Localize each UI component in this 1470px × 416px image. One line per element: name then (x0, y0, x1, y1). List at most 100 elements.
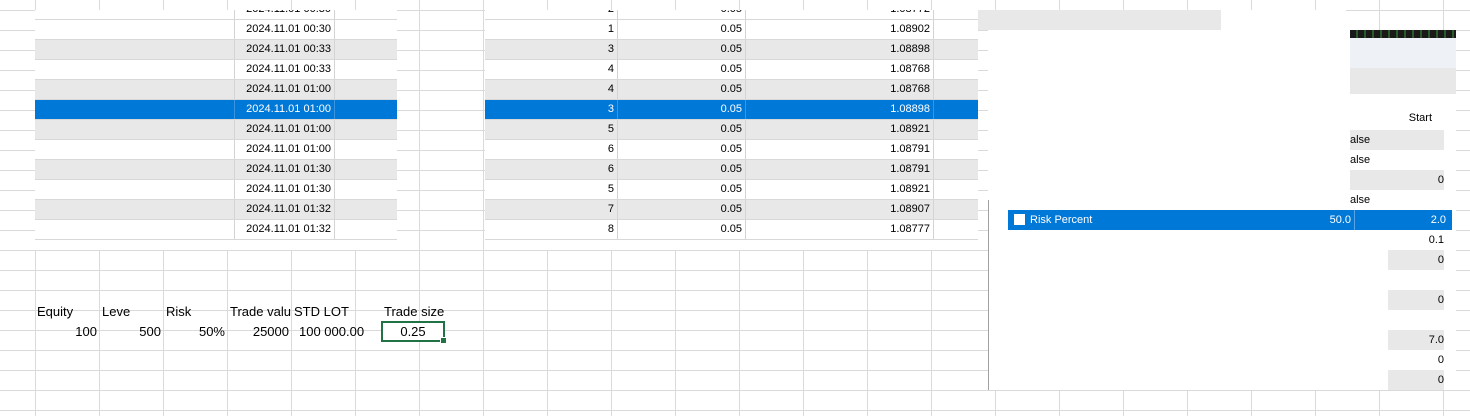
table-row-partial: 2024.11.01 00:30 (35, 10, 397, 20)
table-row[interactable]: 5 0.05 1.08921 (485, 180, 978, 200)
time-cell: 2024.11.01 01:30 (235, 160, 335, 179)
volume-cell: 0.05 (618, 80, 746, 99)
table-row-partial: 2 0.05 1.08772 (485, 10, 978, 20)
price-cell: 1.08921 (746, 120, 934, 139)
start-value-cell: 7.0 (1388, 330, 1444, 350)
price-cell: 1.08791 (746, 140, 934, 159)
std-lot-value[interactable]: 100 000.00 (299, 322, 377, 342)
table-row[interactable]: 2024.11.01 01:30 (35, 160, 397, 180)
price-cell: 1.08921 (746, 180, 934, 199)
id-cell: 5 (485, 120, 618, 139)
table-row[interactable]: 2024.11.01 00:30 (35, 20, 397, 40)
volume-cell: 0.05 (618, 180, 746, 199)
price-cell: 1.08768 (746, 80, 934, 99)
id-cell: 8 (485, 220, 618, 239)
table-row[interactable]: 1 0.05 1.08902 (485, 20, 978, 40)
value-cell: alse (1350, 194, 1371, 206)
std-lot-header[interactable]: STD LOT (294, 302, 374, 322)
leverage-header[interactable]: Leve (102, 302, 164, 322)
time-cell: 2024.11.01 01:32 (235, 200, 335, 219)
risk-percent-row[interactable]: Risk Percent 50.0 2.0 (1008, 210, 1452, 230)
time-cell: 2024.11.01 01:00 (235, 80, 335, 99)
table-row[interactable]: 2024.11.01 01:00 (35, 80, 397, 100)
price-cell: 1.08768 (746, 60, 934, 79)
table-row[interactable]: 5 0.05 1.08921 (485, 120, 978, 140)
time-cell: 2024.11.01 01:30 (235, 180, 335, 199)
risk-value[interactable]: 50% (163, 322, 225, 342)
volume-cell: 0.05 (618, 120, 746, 139)
table-row[interactable]: 2024.11.01 01:00 (35, 140, 397, 160)
left-time-table: 2024.11.01 00:30 2024.11.01 00:302024.11… (35, 10, 397, 250)
start-value-cell: 0 (1388, 290, 1444, 310)
start-value-cell: 0 (1388, 370, 1444, 390)
chart-area (1350, 38, 1456, 68)
table-row[interactable]: 2024.11.01 01:00 (35, 120, 397, 140)
table-row[interactable]: 2024.11.01 01:00 (35, 100, 397, 120)
volume-cell: 0.05 (618, 20, 746, 39)
price-cell: 1.08898 (746, 40, 934, 59)
panel-left-border (988, 200, 989, 390)
id-cell: 6 (485, 140, 618, 159)
table-row[interactable]: 4 0.05 1.08768 (485, 60, 978, 80)
value-cell: 0 (1350, 170, 1444, 190)
volume-cell: 0.05 (618, 140, 746, 159)
leverage-value[interactable]: 500 (99, 322, 161, 342)
price-cell: 1.08898 (746, 100, 934, 119)
volume-cell: 0.05 (618, 100, 746, 119)
id-cell: 6 (485, 160, 618, 179)
table-row[interactable]: 2024.11.01 01:32 (35, 200, 397, 220)
table-row[interactable]: 7 0.05 1.08907 (485, 200, 978, 220)
id-cell: 3 (485, 40, 618, 59)
time-cell: 2024.11.01 01:00 (235, 120, 335, 139)
trade-value-header[interactable]: Trade valu (230, 302, 292, 322)
chart-area-2 (1350, 68, 1456, 94)
id-cell: 4 (485, 60, 618, 79)
white-overlay-2 (1221, 10, 1346, 30)
id-cell: 4 (485, 80, 618, 99)
volume-cell: 0.05 (618, 60, 746, 79)
parameter-start: 2.0 (1430, 214, 1446, 226)
id-cell: 5 (485, 180, 618, 199)
table-row[interactable]: 2024.11.01 01:30 (35, 180, 397, 200)
table-row[interactable]: 6 0.05 1.08791 (485, 140, 978, 160)
risk-header[interactable]: Risk (166, 302, 228, 322)
table-row[interactable]: 2024.11.01 01:32 (35, 220, 397, 240)
id-cell: 1 (485, 20, 618, 39)
volume-cell: 0.05 (618, 40, 746, 59)
volume-cell: 0.05 (618, 200, 746, 219)
equity-header[interactable]: Equity (37, 302, 99, 322)
table-row[interactable]: 3 0.05 1.08898 (485, 40, 978, 60)
time-cell: 2024.11.01 00:33 (235, 60, 335, 79)
strategy-tester-panel: Start alse alse 0 alse Risk Percent 50.0… (988, 30, 1456, 390)
price-cell: 1.08907 (746, 200, 934, 219)
table-row[interactable]: 4 0.05 1.08768 (485, 80, 978, 100)
start-column-header[interactable]: Start (1350, 108, 1432, 128)
id-cell: 7 (485, 200, 618, 219)
start-value-cell (1388, 310, 1444, 330)
table-row[interactable]: 3 0.05 1.08898 (485, 100, 978, 120)
middle-order-table: 2 0.05 1.08772 10.051.0890230.051.088984… (485, 10, 978, 250)
risk-percent-checkbox[interactable] (1014, 214, 1025, 225)
white-overlay (978, 10, 1221, 30)
table-row[interactable]: 6 0.05 1.08791 (485, 160, 978, 180)
trade-size-header[interactable]: Trade size (384, 302, 446, 322)
time-cell: 2024.11.01 00:30 (235, 20, 335, 39)
table-row[interactable]: 8 0.05 1.08777 (485, 220, 978, 240)
parameter-value: 50.0 (1228, 210, 1355, 230)
time-cell: 2024.11.01 01:32 (235, 220, 335, 239)
volume-cell: 0.05 (618, 160, 746, 179)
time-cell: 2024.11.01 01:00 (235, 100, 335, 119)
trade-value-value[interactable]: 25000 (227, 322, 289, 342)
table-row[interactable]: 2024.11.01 00:33 (35, 40, 397, 60)
volume-cell: 0.05 (618, 220, 746, 239)
price-cell: 1.08902 (746, 20, 934, 39)
price-cell: 1.08791 (746, 160, 934, 179)
table-row[interactable]: 2024.11.01 00:33 (35, 60, 397, 80)
trade-size-cell[interactable]: 0.25 (381, 321, 447, 344)
time-cell: 2024.11.01 01:00 (235, 140, 335, 159)
price-cell: 1.08777 (746, 220, 934, 239)
value-cell: alse (1350, 154, 1371, 166)
time-cell: 2024.11.01 00:33 (235, 40, 335, 59)
start-value-cell: 0 (1388, 250, 1444, 270)
equity-value[interactable]: 100 (35, 322, 97, 342)
